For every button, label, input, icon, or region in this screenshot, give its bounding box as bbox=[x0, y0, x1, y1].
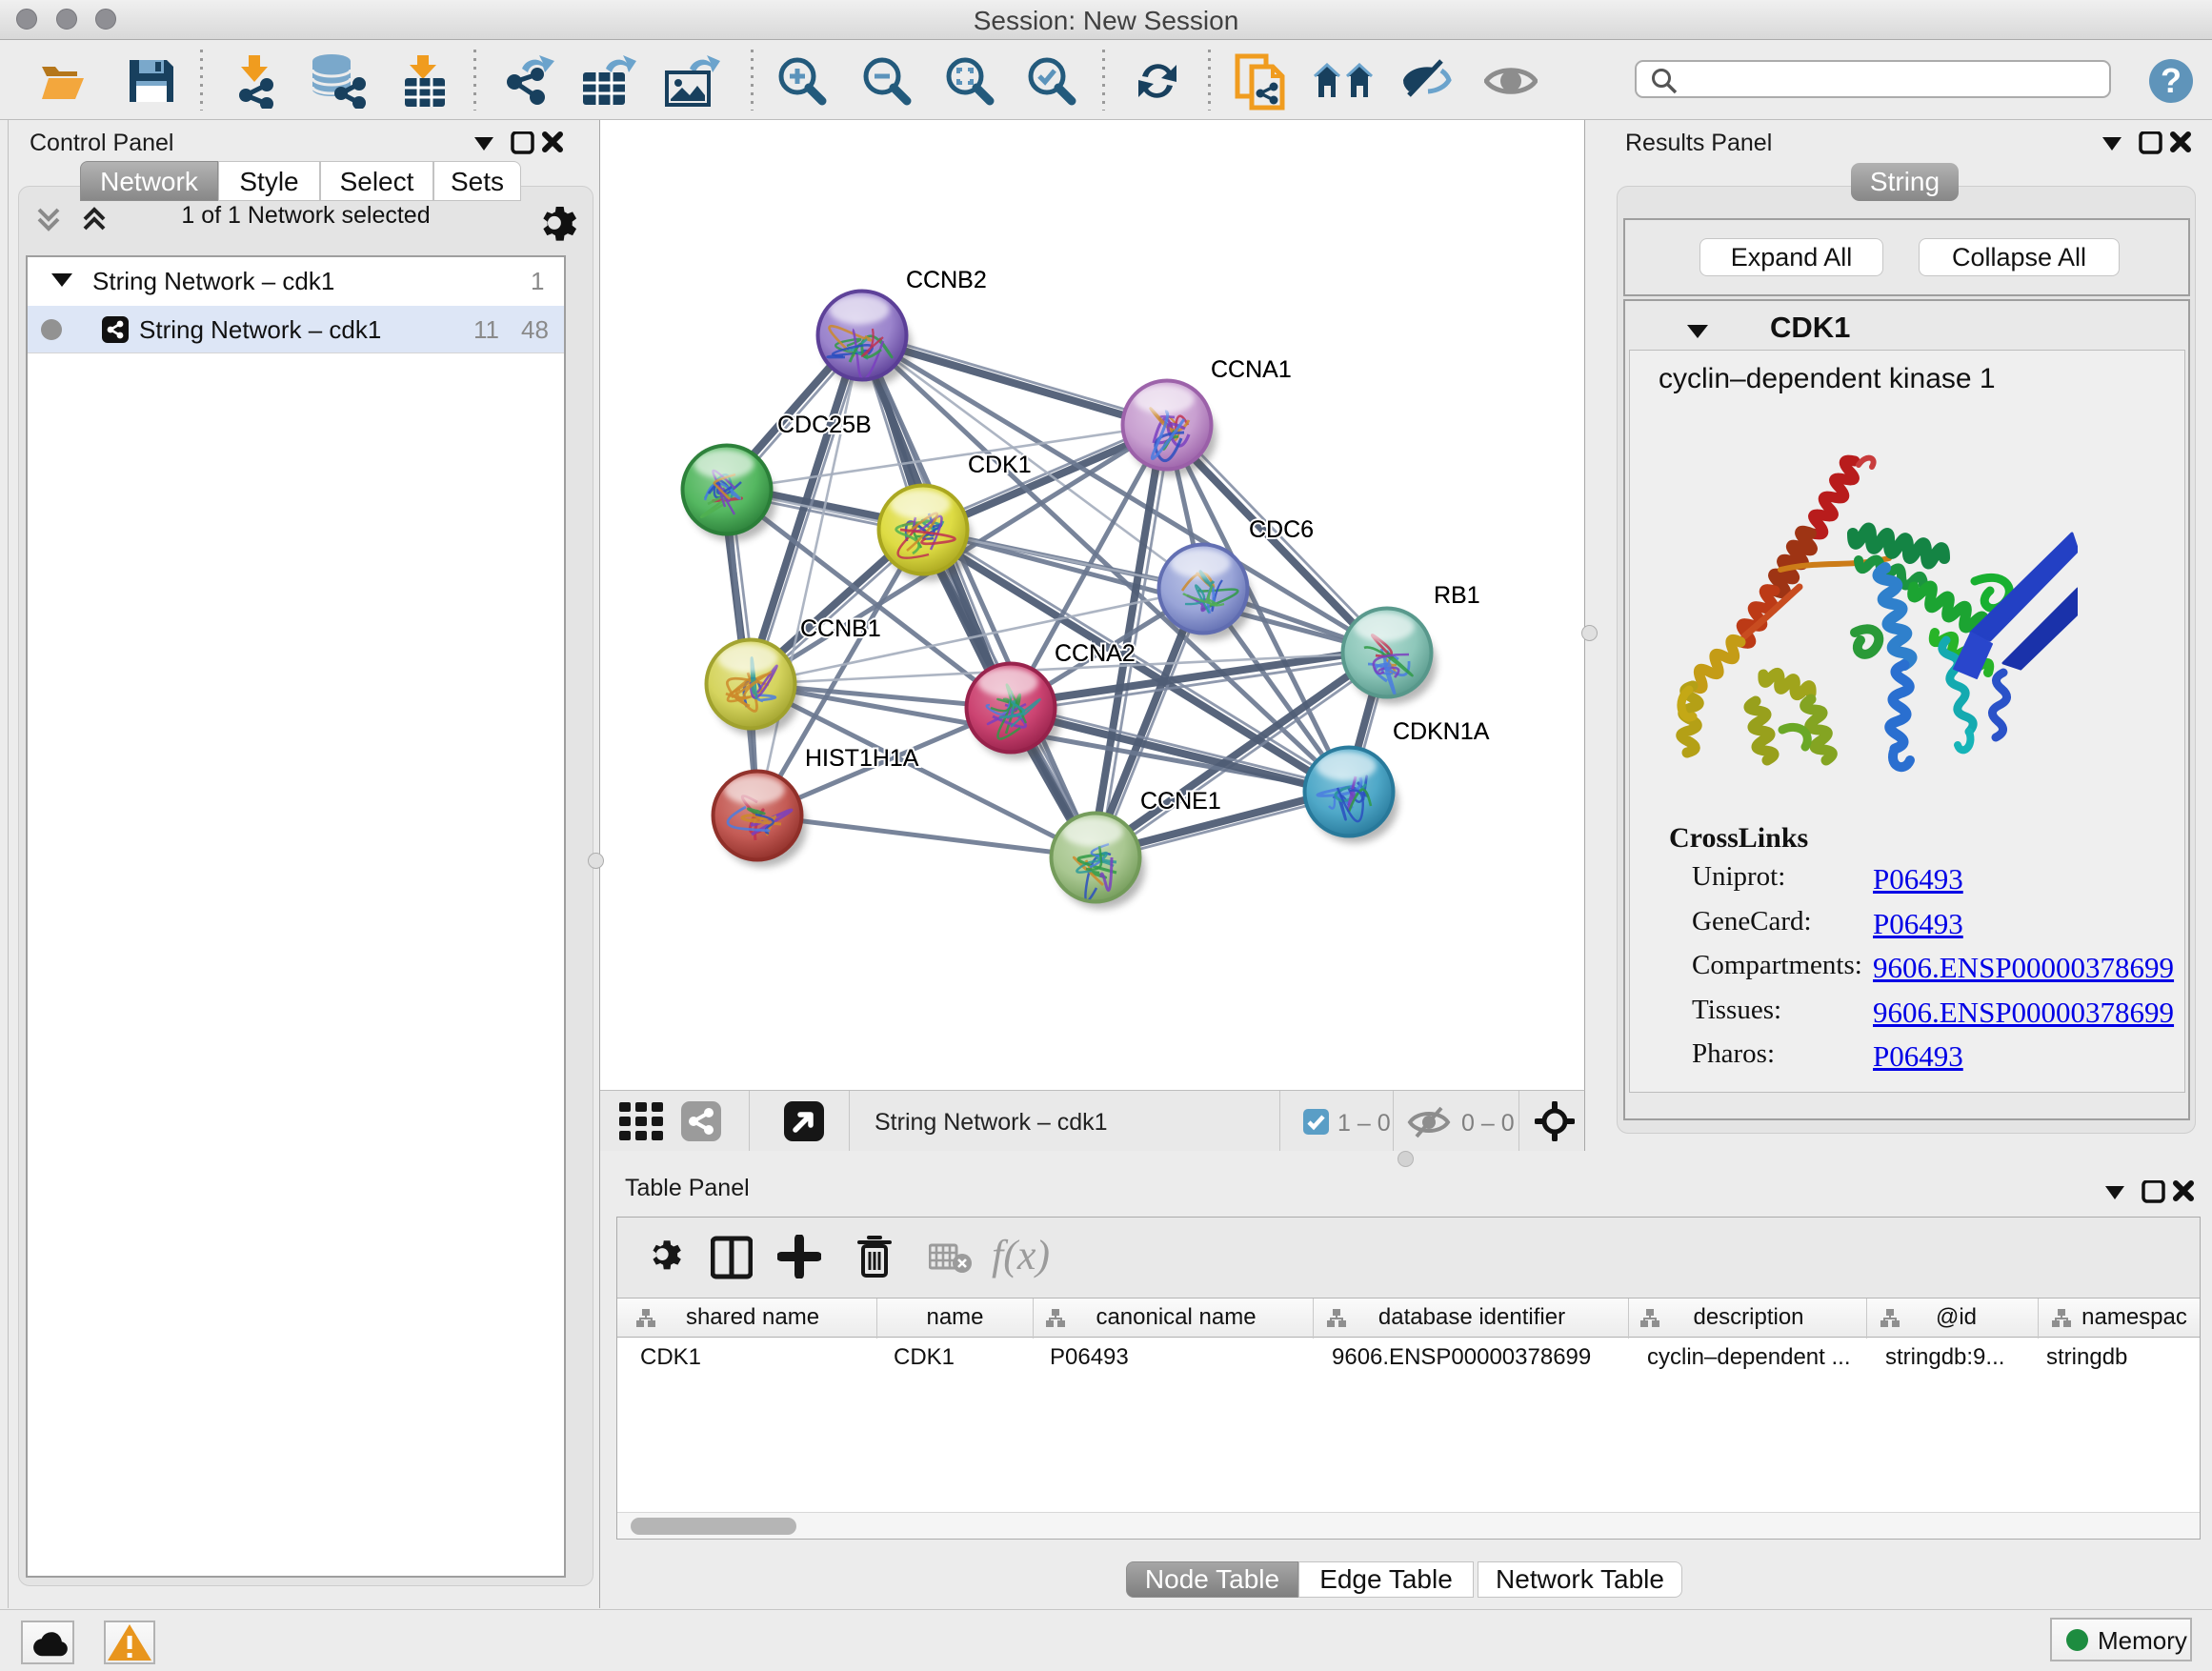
svg-text:CDK1: CDK1 bbox=[968, 452, 1032, 478]
svg-text:CCNA1: CCNA1 bbox=[1211, 356, 1292, 383]
svg-text:CCNA2: CCNA2 bbox=[1055, 640, 1136, 667]
svg-text:HIST1H1A: HIST1H1A bbox=[805, 745, 919, 772]
svg-text:CDC25B: CDC25B bbox=[777, 412, 872, 438]
svg-text:CCNE1: CCNE1 bbox=[1140, 788, 1221, 815]
svg-text:RB1: RB1 bbox=[1434, 582, 1480, 609]
svg-text:CCNB1: CCNB1 bbox=[800, 615, 881, 642]
svg-text:CCNB2: CCNB2 bbox=[906, 267, 987, 293]
svg-text:CDKN1A: CDKN1A bbox=[1393, 718, 1490, 745]
svg-text:CDC6: CDC6 bbox=[1249, 516, 1314, 543]
